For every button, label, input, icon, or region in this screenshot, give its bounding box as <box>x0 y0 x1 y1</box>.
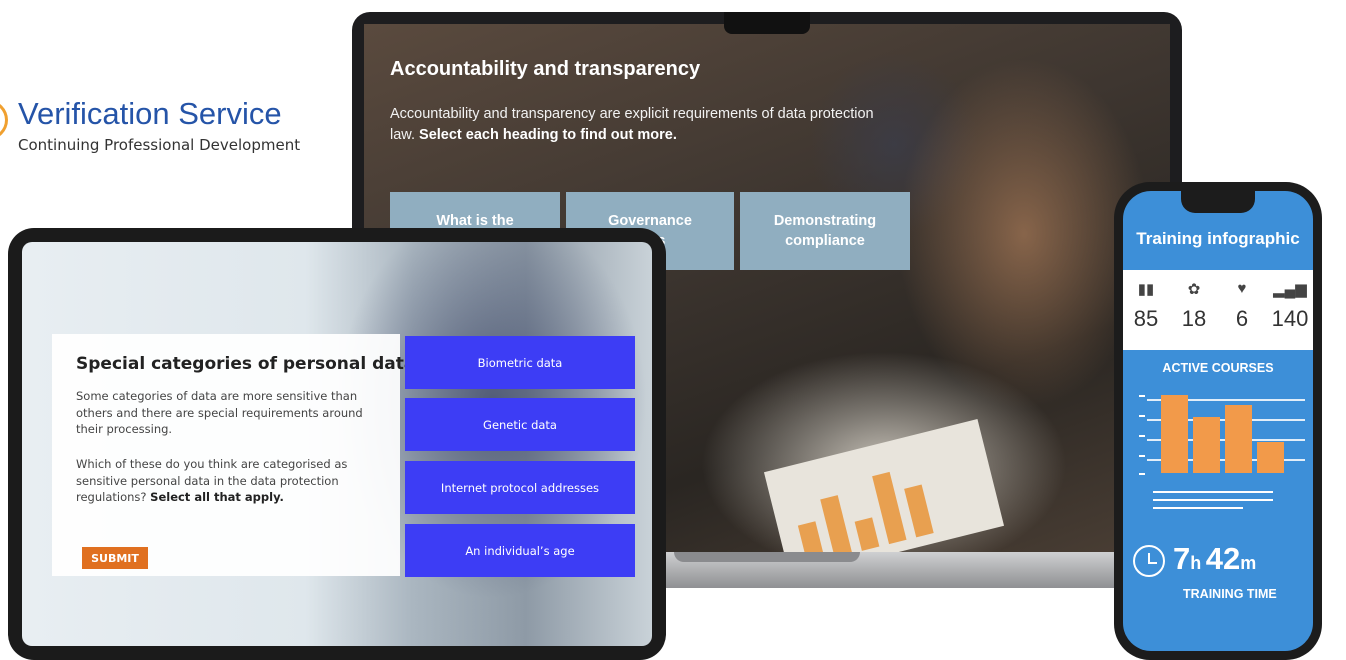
clock-icon <box>1133 545 1165 577</box>
phone-device: Training infographic ▮▮ 85 ✿ 18 ♥ 6 ▂▄▆ … <box>1114 182 1322 660</box>
axis-tick <box>1139 455 1145 457</box>
signal-bars-icon: ▂▄▆ <box>1273 281 1307 298</box>
book-icon: ▮▮ <box>1137 281 1155 298</box>
time-value: 7h 42m <box>1173 541 1256 577</box>
laptop-camera <box>724 12 810 34</box>
quiz-question: Which of these do you think are categori… <box>76 456 366 506</box>
active-courses-label: ACTIVE COURSES <box>1162 361 1274 375</box>
active-courses-chart <box>1139 387 1305 479</box>
tablet-screen: Special categories of personal data Some… <box>22 242 652 646</box>
chart-bar <box>1257 442 1284 473</box>
axis-tick <box>1139 395 1145 397</box>
quiz-title: Special categories of personal data <box>76 354 416 374</box>
stat-value: 18 <box>1181 306 1207 331</box>
quiz-panel: Special categories of personal data Some… <box>52 334 415 576</box>
chart-bar <box>1193 417 1220 473</box>
quiz-question-emphasis: Select all that apply. <box>150 490 284 504</box>
summary-line <box>1153 491 1273 493</box>
axis-tick <box>1139 415 1145 417</box>
stats-strip: ▮▮ 85 ✿ 18 ♥ 6 ▂▄▆ 140 <box>1123 270 1313 350</box>
option-genetic-data[interactable]: Genetic data <box>405 398 635 451</box>
brand-subtitle: Continuing Professional Development <box>18 136 301 154</box>
phone-screen: Training infographic ▮▮ 85 ✿ 18 ♥ 6 ▂▄▆ … <box>1123 191 1313 651</box>
brand-header: Verification Service Continuing Professi… <box>0 92 340 162</box>
time-minutes: 42 <box>1205 541 1241 576</box>
time-hours-unit: h <box>1190 553 1202 573</box>
submit-button[interactable]: SUBMIT <box>82 547 148 569</box>
stat-item: ✿ 18 <box>1171 270 1217 350</box>
tab-label-line1: Demonstrating <box>773 213 877 229</box>
tablet-device: Special categories of personal data Some… <box>8 228 666 660</box>
chart-bar <box>1161 395 1188 473</box>
option-ip-addresses[interactable]: Internet protocol addresses <box>405 461 635 514</box>
stat-item: ▮▮ 85 <box>1123 270 1169 350</box>
paper-chart-decoration <box>763 419 1005 552</box>
axis-tick <box>1139 435 1145 437</box>
phone-notch <box>1181 191 1255 213</box>
stat-value: 6 <box>1235 306 1249 331</box>
option-individuals-age[interactable]: An individual’s age <box>405 524 635 577</box>
brand-title: Verification Service <box>18 96 282 131</box>
option-biometric-data[interactable]: Biometric data <box>405 336 635 389</box>
infographic-title: Training infographic <box>1136 229 1300 248</box>
training-time: 7h 42m <box>1133 535 1313 585</box>
stat-item: ♥ 6 <box>1219 270 1265 350</box>
brand-logo-icon <box>0 100 8 140</box>
chart-bar <box>1225 405 1252 473</box>
stat-value: 140 <box>1271 306 1309 331</box>
quiz-description: Some categories of data are more sensiti… <box>76 389 363 436</box>
summary-line <box>1153 499 1273 501</box>
time-hours: 7 <box>1173 541 1191 576</box>
slide-intro-emphasis: Select each heading to find out more. <box>419 127 677 143</box>
tab-demonstrating-compliance[interactable]: Demonstrating compliance <box>740 192 910 270</box>
slide-intro: Accountability and transparency are expl… <box>390 104 890 146</box>
training-time-label: TRAINING TIME <box>1183 587 1277 601</box>
axis-tick <box>1139 473 1145 475</box>
laptop-opening-notch <box>674 552 860 562</box>
stat-value: 85 <box>1133 306 1159 331</box>
tab-label-line2: compliance <box>785 233 865 249</box>
slide-heading: Accountability and transparency <box>390 58 701 80</box>
time-minutes-unit: m <box>1240 553 1257 573</box>
stat-item: ▂▄▆ 140 <box>1267 270 1313 350</box>
summary-line <box>1153 507 1243 509</box>
award-icon: ✿ <box>1187 281 1201 298</box>
shield-icon: ♥ <box>1237 280 1247 297</box>
